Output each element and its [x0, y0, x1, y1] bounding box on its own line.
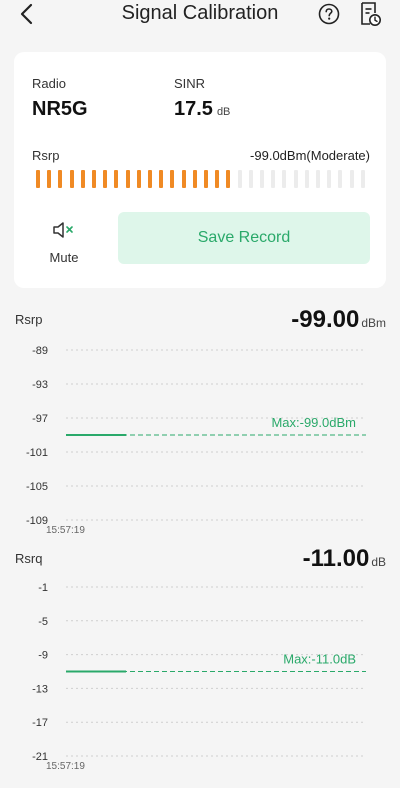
mute-button[interactable]: Mute [38, 212, 90, 268]
signal-segment-inactive [237, 170, 242, 188]
y-tick-label: -93 [32, 379, 48, 391]
speaker-mute-icon [53, 222, 73, 238]
signal-segment-active [114, 170, 119, 188]
page-title: Signal Calibration [121, 2, 279, 24]
x-time-label: 15:57:19 [46, 525, 85, 536]
signal-segment-inactive [260, 170, 264, 188]
max-label: Max:-99.0dBm [271, 415, 356, 430]
mute-label: Mute [49, 250, 79, 265]
rsrp-label: Rsrp [32, 148, 60, 163]
rsrq-chart: Rsrq -11.00 dB -1 -5 -9 -13 -17 -21 15:57:19 Max… [0, 545, 400, 783]
y-tick-label: -5 [38, 616, 48, 628]
help-circle-icon[interactable] [318, 3, 340, 25]
sinr-value: 17.5 [174, 98, 213, 120]
y-tick-label: -13 [32, 683, 48, 695]
y-tick-label: -105 [26, 481, 48, 493]
signal-segment-inactive [293, 170, 298, 188]
signal-segment-inactive [327, 170, 332, 188]
sinr-value-wrap: 17.5 dB [174, 98, 230, 121]
x-time-label: 15:57:19 [46, 761, 85, 772]
signal-segment-active [204, 170, 208, 188]
sinr-label: SINR [174, 76, 206, 91]
signal-segment-active [47, 170, 52, 188]
y-tick-label: -109 [26, 515, 48, 527]
signal-strength-bar [36, 170, 366, 188]
y-tick-label: -1 [38, 582, 48, 594]
signal-segment-inactive [282, 170, 287, 188]
top-bar: Signal Calibration [0, 0, 400, 30]
signal-segment-active [103, 170, 108, 188]
signal-segment-active [159, 170, 164, 188]
rsrp-chart: Rsrp -99.00 dBm -89 -93 -97 -101 -105 -109 15:5… [0, 306, 400, 538]
signal-segment-active [215, 170, 220, 188]
y-tick-label: -9 [38, 650, 48, 662]
y-tick-label: -89 [32, 345, 48, 357]
radio-label: Radio [32, 76, 66, 91]
signal-segment-active [148, 170, 152, 188]
signal-segment-inactive [316, 170, 320, 188]
signal-segment-inactive [248, 170, 253, 188]
signal-segment-active [125, 170, 130, 188]
signal-segment-inactive [360, 170, 365, 188]
y-tick-label: -17 [32, 717, 48, 729]
y-tick-label: -97 [32, 413, 48, 425]
signal-segment-active [192, 170, 197, 188]
record-history-icon[interactable] [358, 1, 382, 27]
rsrq-plot: -1-5-9-13-17-2115:57:19Max:-11.0dB [32, 582, 366, 772]
signal-segment-inactive [304, 170, 309, 188]
signal-segment-active [136, 170, 141, 188]
rsrp-plot: -89 -93 -97 -101 -105 -10915:57:19 Max:-99.0dB… [26, 345, 366, 536]
signal-segment-active [92, 170, 96, 188]
signal-segment-inactive [271, 170, 276, 188]
signal-segment-active [80, 170, 85, 188]
radio-value: NR5G [32, 98, 88, 120]
max-label: Max:-11.0dB [283, 652, 356, 667]
signal-segment-inactive [338, 170, 343, 188]
signal-segment-inactive [349, 170, 354, 188]
signal-info-card: Radio NR5G SINR 17.5 dB Rsrp -99.0dBm(Mod… [14, 52, 386, 288]
save-record-button[interactable]: Save Record [118, 212, 370, 264]
y-tick-label: -101 [26, 447, 48, 459]
sinr-unit: dB [216, 106, 231, 118]
signal-segment-active [58, 170, 63, 188]
rsrp-reading: -99.0dBm(Moderate) [250, 148, 370, 163]
signal-segment-active [226, 170, 231, 188]
signal-segment-active [181, 170, 186, 188]
signal-segment-active [170, 170, 175, 188]
signal-segment-active [69, 170, 74, 188]
signal-segment-active [36, 170, 40, 188]
